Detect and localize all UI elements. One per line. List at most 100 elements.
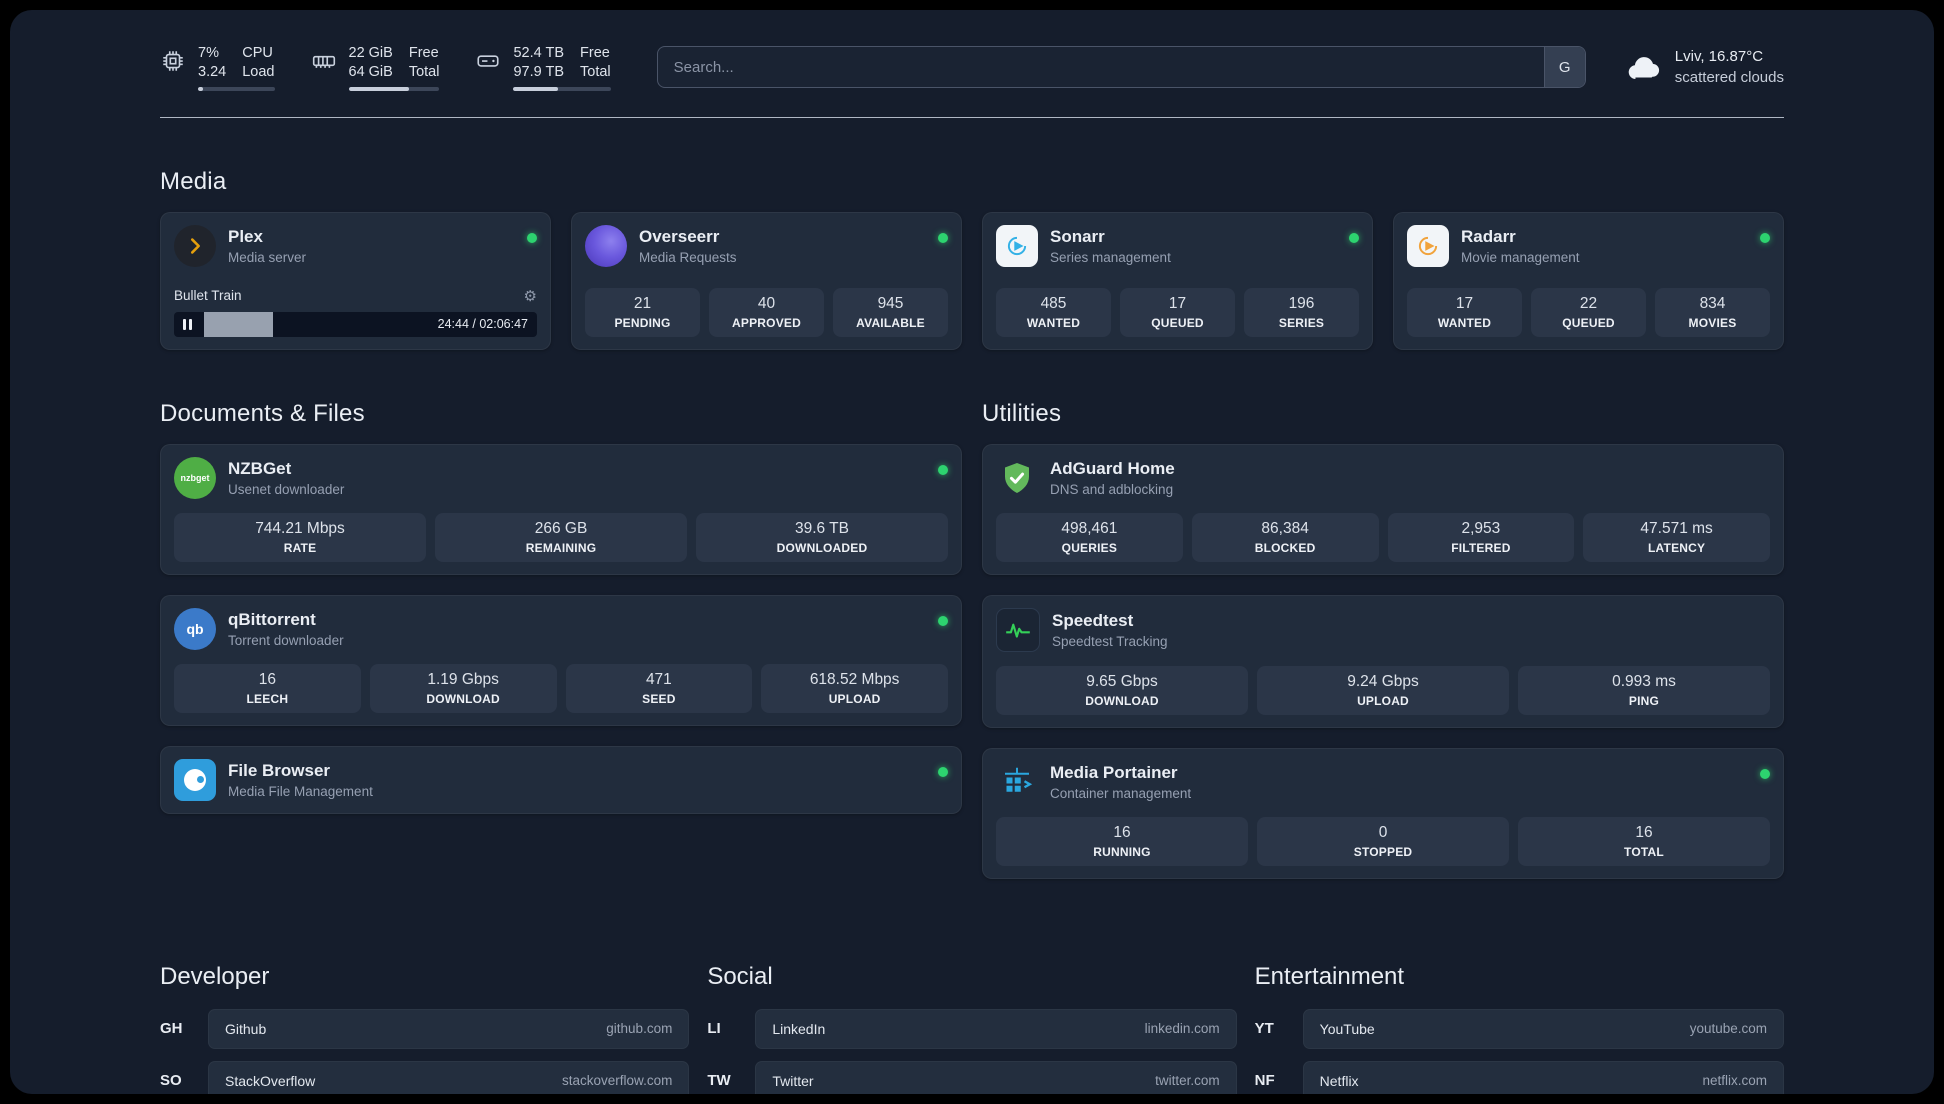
- stat-value: 2,953: [1461, 519, 1501, 537]
- status-dot: [938, 766, 948, 777]
- stat-label: WANTED: [1437, 315, 1492, 330]
- stat-value: 266 GB: [534, 519, 588, 537]
- stat-value: 17: [1168, 294, 1187, 312]
- stat-tile: 1.19 Gbps DOWNLOAD: [369, 663, 557, 713]
- bookmark-abbr: TW: [707, 1072, 731, 1090]
- app-card-radarr[interactable]: Radarr Movie management 17 WANTED 22 QUE…: [1393, 211, 1784, 350]
- weather-widget[interactable]: Lviv, 16.87°C scattered clouds: [1626, 46, 1784, 88]
- plex-icon: [174, 224, 216, 267]
- stat-tile: 39.6 TB DOWNLOADED: [696, 512, 948, 562]
- app-name: NZBGet: [228, 458, 292, 478]
- stat-value: 86,384: [1261, 519, 1309, 537]
- stat-value: 21: [633, 294, 652, 312]
- stat-value: 744.21 Mbps: [255, 519, 345, 537]
- stat-label: WANTED: [1026, 315, 1081, 330]
- gear-icon[interactable]: ⚙: [524, 287, 537, 305]
- app-card-nzbget[interactable]: nzbget NZBGet Usenet downloader 744.21 M…: [160, 443, 962, 575]
- stat-label: LATENCY: [1648, 540, 1706, 555]
- stat-label: AVAILABLE: [856, 315, 925, 330]
- dashboard-panel: 7% 3.24 CPU Load 22 GiB 64 GiB Free Tota…: [10, 10, 1934, 1094]
- bookmark-url: linkedin.com: [1144, 1021, 1220, 1037]
- app-name: Overseerr: [639, 226, 720, 246]
- ram-progress-bar: [348, 86, 440, 91]
- status-dot: [527, 232, 537, 243]
- bookmark-link-linkedin[interactable]: LinkedIn linkedin.com: [755, 1008, 1237, 1049]
- disk-labels: Free Total: [580, 45, 611, 80]
- bookmark-name: YouTube: [1319, 1020, 1375, 1037]
- bookmark-name: Twitter: [772, 1072, 814, 1089]
- stat-tile: 2,953 FILTERED: [1387, 512, 1575, 562]
- bookmark-row: TW Twitter twitter.com: [707, 1060, 1237, 1094]
- bookmark-url: netflix.com: [1702, 1073, 1767, 1089]
- qbittorrent-icon: qb: [174, 607, 216, 650]
- stat-value: 16: [1635, 823, 1653, 841]
- stat-value: 47.571 ms: [1640, 519, 1713, 537]
- stat-label: BLOCKED: [1254, 540, 1316, 555]
- stat-value: 22: [1579, 294, 1598, 312]
- adguard-icon: [996, 457, 1038, 499]
- disk-values: 52.4 TB 97.9 TB: [513, 45, 565, 80]
- stat-value: 498,461: [1061, 519, 1118, 537]
- ram-values: 22 GiB 64 GiB: [348, 45, 393, 80]
- bookmark-url: twitter.com: [1155, 1073, 1220, 1089]
- app-subtitle: Speedtest Tracking: [1052, 633, 1168, 649]
- search-provider-button[interactable]: G: [1543, 47, 1585, 88]
- stat-value: 39.6 TB: [794, 519, 849, 537]
- stat-label: DOWNLOAD: [426, 691, 500, 706]
- radarr-icon: [1407, 224, 1449, 267]
- stat-label: UPLOAD: [1357, 693, 1409, 708]
- app-card-portainer[interactable]: Media Portainer Container management 16 …: [982, 747, 1784, 879]
- stat-label: QUEUED: [1562, 315, 1615, 330]
- bookmark-row: GH Github github.com: [160, 1008, 690, 1049]
- stat-label: PING: [1628, 693, 1660, 708]
- search-input[interactable]: [657, 47, 1544, 88]
- top-bar: 7% 3.24 CPU Load 22 GiB 64 GiB Free Tota…: [160, 44, 1784, 91]
- app-card-adguard[interactable]: AdGuard Home DNS and adblocking 498,461 …: [982, 443, 1784, 575]
- app-card-qbittorrent[interactable]: qb qBittorrent Torrent downloader 16 LEE…: [160, 594, 962, 726]
- bookmark-link-twitter[interactable]: Twitter twitter.com: [755, 1060, 1237, 1094]
- stat-label: SEED: [642, 691, 676, 706]
- app-card-speedtest[interactable]: Speedtest Speedtest Tracking 9.65 Gbps D…: [982, 594, 1784, 728]
- bookmark-link-github[interactable]: Github github.com: [208, 1008, 690, 1049]
- bookmark-link-stackoverflow[interactable]: StackOverflow stackoverflow.com: [208, 1060, 690, 1094]
- status-dot: [938, 615, 948, 626]
- stat-tile: 22 QUEUED: [1531, 287, 1646, 337]
- app-name: Plex: [228, 226, 263, 246]
- speedtest-icon: [996, 607, 1040, 652]
- player-track-title: Bullet Train: [174, 288, 242, 304]
- app-card-filebrowser[interactable]: File Browser Media File Management: [160, 745, 962, 814]
- bookmark-url: github.com: [606, 1021, 673, 1037]
- player-progress-bar[interactable]: 24:44 / 02:06:47: [174, 311, 537, 337]
- bookmark-name: StackOverflow: [225, 1072, 316, 1089]
- app-subtitle: Movie management: [1461, 249, 1580, 265]
- stat-label: SERIES: [1278, 315, 1325, 330]
- cpu-progress-bar: [198, 86, 275, 91]
- stat-label: QUERIES: [1061, 540, 1118, 555]
- app-card-overseerr[interactable]: Overseerr Media Requests 21 PENDING 40 A…: [571, 211, 962, 350]
- bookmark-link-netflix[interactable]: Netflix netflix.com: [1302, 1060, 1784, 1094]
- bookmark-abbr: LI: [707, 1020, 721, 1038]
- disk-progress-bar: [513, 86, 611, 91]
- stat-label: APPROVED: [732, 315, 801, 330]
- stat-tile: 196 SERIES: [1244, 287, 1359, 337]
- stat-value: 16: [1113, 823, 1131, 841]
- stat-tile: 485 WANTED: [996, 287, 1111, 337]
- app-subtitle: Torrent downloader: [228, 632, 344, 648]
- cpu-labels: CPU Load: [242, 45, 275, 80]
- stat-tile: 17 QUEUED: [1120, 287, 1235, 337]
- pause-button[interactable]: [183, 318, 192, 330]
- cpu-icon: [163, 51, 183, 71]
- stat-label: LEECH: [246, 691, 289, 706]
- stat-tile: 40 APPROVED: [709, 287, 824, 337]
- app-card-plex[interactable]: Plex Media server Bullet Train ⚙ 24:44 /…: [160, 211, 551, 350]
- stat-tile: 618.52 Mbps UPLOAD: [761, 663, 948, 713]
- stat-value: 471: [645, 670, 672, 688]
- bookmark-row: NF Netflix netflix.com: [1255, 1060, 1784, 1094]
- ram-labels: Free Total: [408, 45, 440, 80]
- status-dot: [1760, 768, 1770, 779]
- stat-tile: 498,461 QUERIES: [996, 512, 1183, 562]
- section-title-utilities: Utilities: [982, 399, 1062, 427]
- portainer-icon: [996, 761, 1038, 803]
- app-card-sonarr[interactable]: Sonarr Series management 485 WANTED 17 Q…: [982, 211, 1373, 350]
- bookmark-link-youtube[interactable]: YouTube youtube.com: [1302, 1008, 1784, 1049]
